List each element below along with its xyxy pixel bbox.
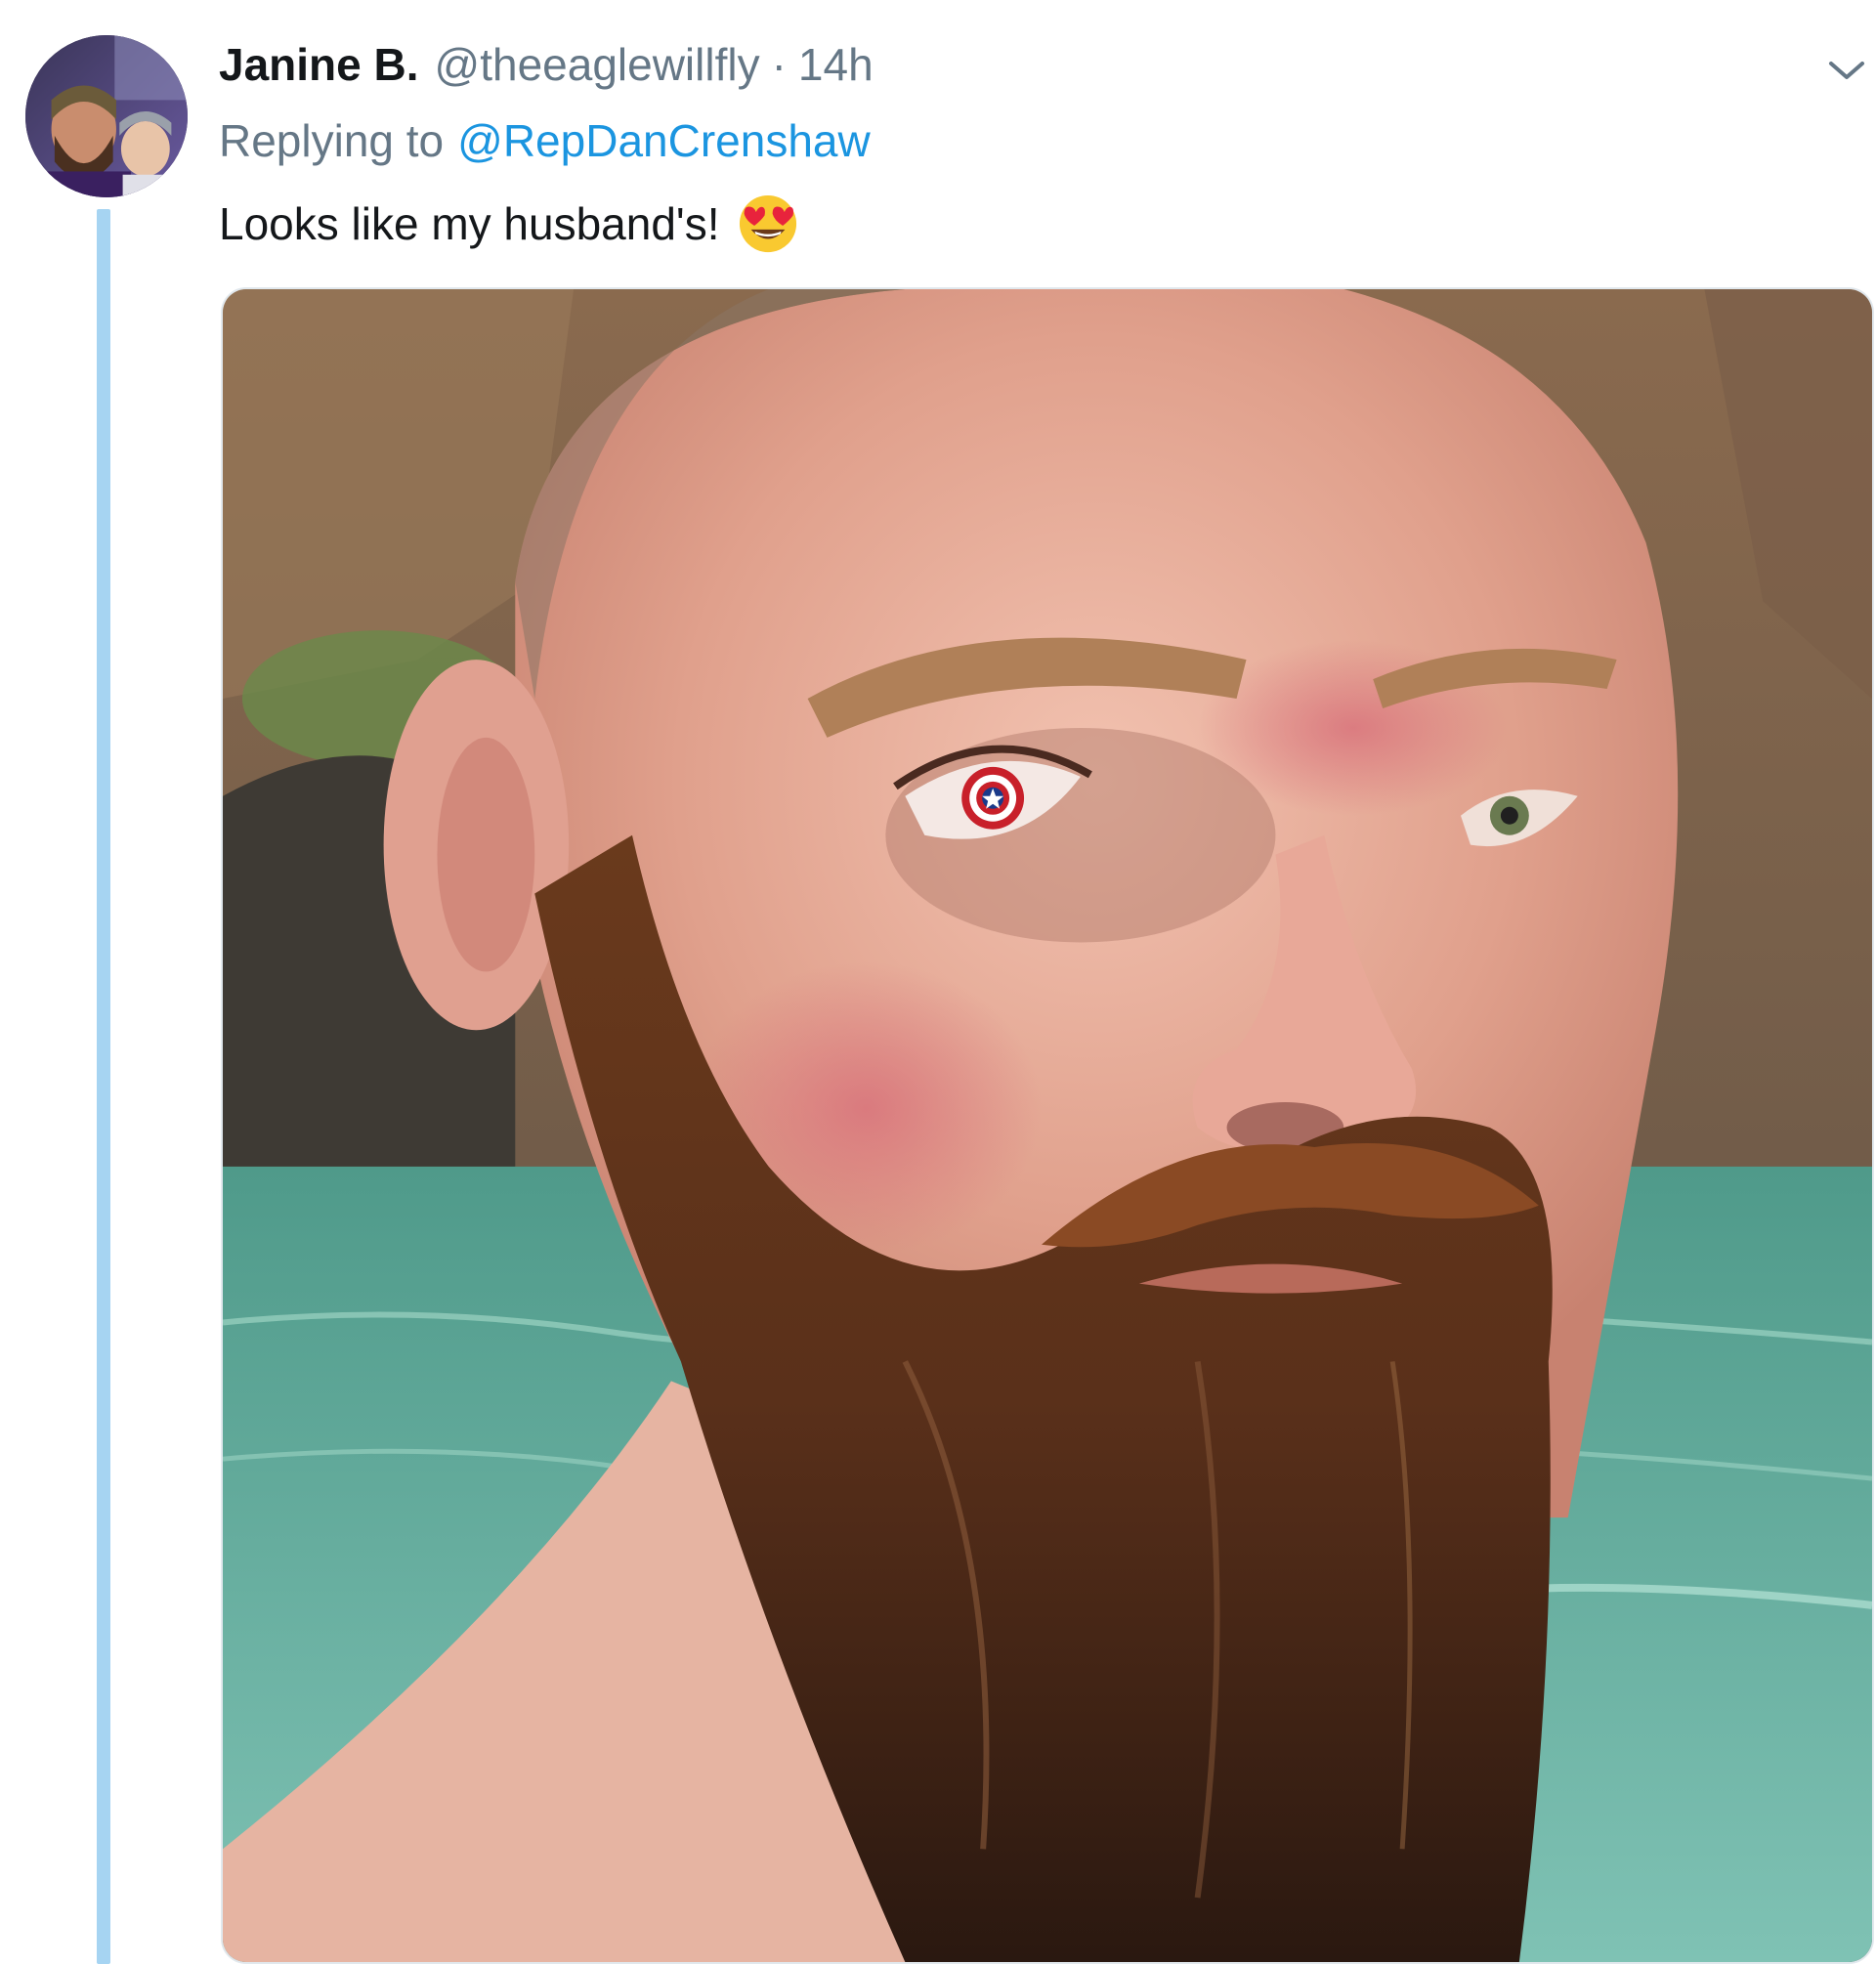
replying-prefix: Replying to (219, 115, 445, 166)
tweet-body: Looks like my husband's! (219, 198, 720, 249)
avatar[interactable] (25, 35, 188, 197)
replying-to-line: Replying to @RepDanCrenshaw (219, 109, 871, 172)
heart-eyes-emoji-icon (738, 193, 798, 254)
display-name[interactable]: Janine B. (219, 38, 419, 91)
tweet-text: Looks like my husband's! (219, 190, 798, 258)
tweet-header: Janine B. @theeaglewillfly · 14h (219, 33, 874, 96)
chevron-down-icon[interactable] (1819, 49, 1874, 92)
tweet: Janine B. @theeaglewillfly · 14h Replyin… (0, 0, 1876, 1964)
thread-line (97, 209, 110, 1964)
user-handle[interactable]: @theeaglewillfly (435, 38, 760, 91)
separator-dot: · (771, 39, 787, 90)
timestamp[interactable]: 14h (798, 38, 874, 91)
mention-link[interactable]: @RepDanCrenshaw (457, 114, 871, 167)
tweet-photo[interactable] (221, 287, 1874, 1964)
